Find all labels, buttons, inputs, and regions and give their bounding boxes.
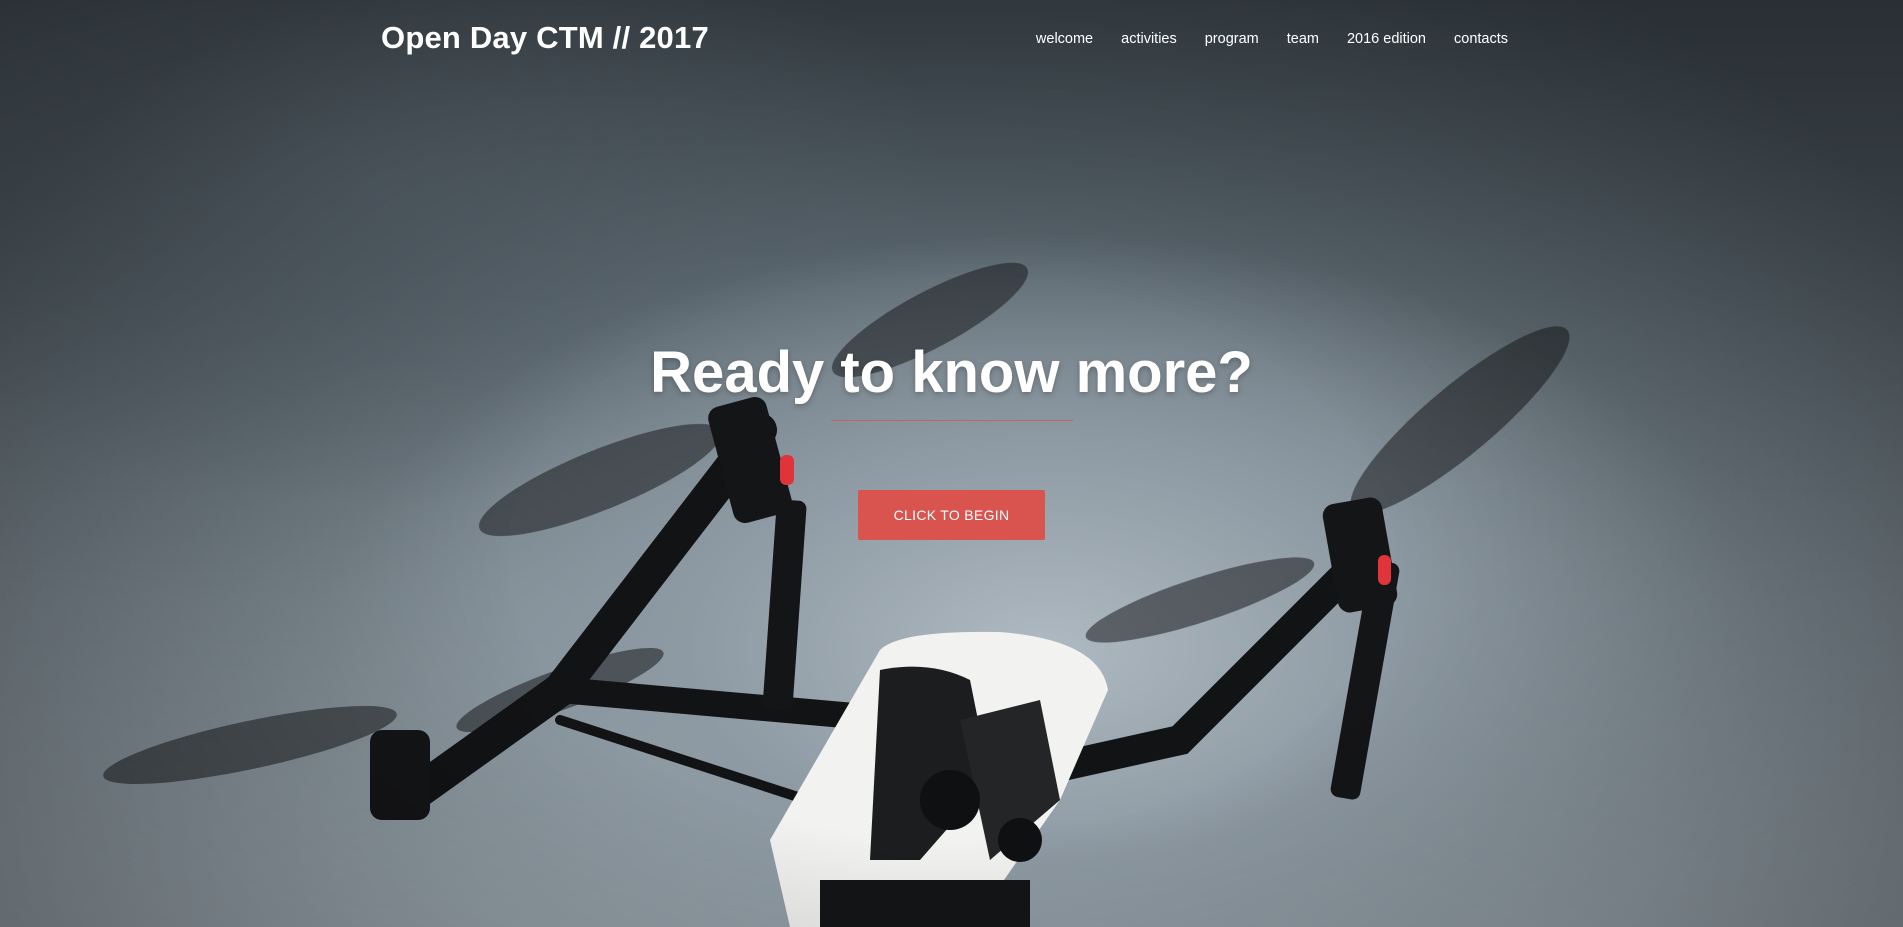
nav-item-2016-edition[interactable]: 2016 edition bbox=[1347, 30, 1426, 48]
headline-divider bbox=[830, 420, 1073, 421]
nav-item-program[interactable]: program bbox=[1205, 30, 1259, 48]
site-header: Open Day CTM // 2017 welcome activities … bbox=[0, 0, 1903, 78]
hero-headline: Ready to know more? bbox=[650, 340, 1253, 405]
nav-item-contacts[interactable]: contacts bbox=[1454, 30, 1508, 48]
nav-item-welcome[interactable]: welcome bbox=[1036, 30, 1093, 48]
nav-item-team[interactable]: team bbox=[1287, 30, 1319, 48]
nav-item-activities[interactable]: activities bbox=[1121, 30, 1177, 48]
site-brand[interactable]: Open Day CTM // 2017 bbox=[381, 20, 709, 56]
main-nav: welcome activities program team 2016 edi… bbox=[1008, 30, 1508, 48]
click-to-begin-button[interactable]: CLICK TO BEGIN bbox=[857, 490, 1046, 540]
hero-content: Ready to know more? CLICK TO BEGIN bbox=[0, 338, 1903, 540]
